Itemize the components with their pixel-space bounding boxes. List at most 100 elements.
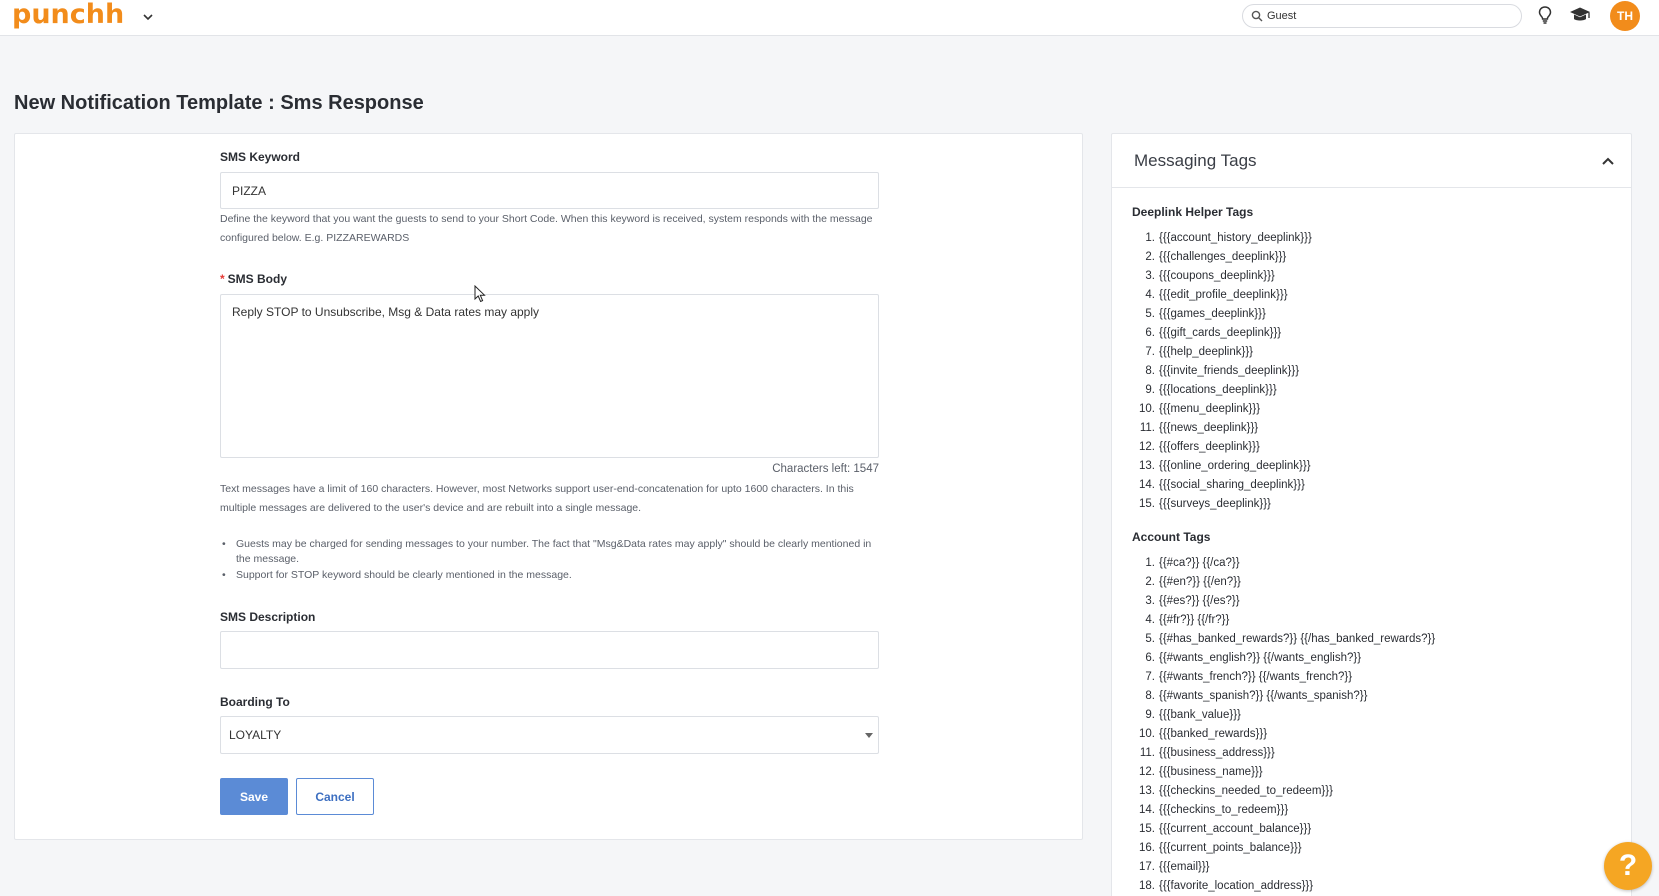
account-tags-list: 1. {{#ca?}} {{/ca?}} 2. {{#en?}} {{/en?}} 3.… (1132, 554, 1435, 896)
tag-list-item: 9. {{{locations_deeplink}}} (1132, 381, 1312, 400)
sms-description-input[interactable] (220, 631, 879, 669)
tag-number: 2. (1145, 251, 1155, 263)
tag-text[interactable]: {{#wants_french?}} {{/wants_french?}} (1159, 668, 1352, 687)
tag-number: 13. (1139, 460, 1155, 472)
tag-number: 17. (1139, 861, 1155, 873)
tag-text[interactable]: {{#fr?}} {{/fr?}} (1159, 611, 1229, 630)
tag-text[interactable]: {{{social_sharing_deeplink}}} (1159, 476, 1305, 495)
tag-text[interactable]: {{{menu_deeplink}}} (1159, 400, 1260, 419)
tag-number: 4. (1145, 289, 1155, 301)
tag-list-item: 2. {{#en?}} {{/en?}} (1132, 573, 1435, 592)
tag-text[interactable]: {{{checkins_needed_to_redeem}}} (1159, 782, 1333, 801)
sms-guidelines: Guests may be charged for sending messag… (220, 537, 880, 583)
tag-number: 6. (1145, 652, 1155, 664)
tag-text[interactable]: {{{business_name}}} (1159, 763, 1263, 782)
tag-list-item: 6. {{#wants_english?}} {{/wants_english?}… (1132, 649, 1435, 668)
sms-limit-help: Text messages have a limit of 160 charac… (220, 483, 854, 514)
chevron-up-icon[interactable] (1601, 156, 1615, 166)
graduation-cap-icon[interactable] (1569, 6, 1591, 24)
search-icon (1251, 10, 1263, 22)
tag-text[interactable]: {{{bank_value}}} (1159, 706, 1241, 725)
tag-text[interactable]: {{{current_points_balance}}} (1159, 839, 1302, 858)
tag-number: 3. (1145, 595, 1155, 607)
tag-number: 15. (1139, 823, 1155, 835)
tag-list-item: 7. {{{help_deeplink}}} (1132, 343, 1312, 362)
tag-list-item: 3. {{#es?}} {{/es?}} (1132, 592, 1435, 611)
avatar[interactable]: TH (1610, 1, 1640, 31)
sms-keyword-input[interactable] (220, 172, 879, 209)
tag-list-item: 10. {{{banked_rewards}}} (1132, 725, 1435, 744)
messaging-tags-panel: Messaging Tags Deeplink Helper Tags 1. {{… (1111, 133, 1632, 896)
tag-number: 7. (1145, 671, 1155, 683)
tag-text[interactable]: {{#wants_english?}} {{/wants_english?}} (1159, 649, 1361, 668)
tag-list-item: 12. {{{offers_deeplink}}} (1132, 438, 1312, 457)
messaging-tags-title: Messaging Tags (1134, 151, 1257, 170)
tag-number: 12. (1139, 766, 1155, 778)
tag-text[interactable]: {{#wants_spanish?}} {{/wants_spanish?}} (1159, 687, 1367, 706)
sms-body-label: * SMS Body (220, 272, 287, 286)
tag-list-item: 11. {{{business_address}}} (1132, 744, 1435, 763)
help-button[interactable]: ? (1604, 842, 1652, 890)
tag-text[interactable]: {{#en?}} {{/en?}} (1159, 573, 1241, 592)
deeplink-tags-list: 1. {{{account_history_deeplink}}} 2. {{{cha… (1132, 229, 1312, 514)
sms-description-label: SMS Description (220, 610, 316, 624)
tag-text[interactable]: {{{surveys_deeplink}}} (1159, 495, 1271, 514)
tag-number: 9. (1145, 384, 1155, 396)
tag-text[interactable]: {{{offers_deeplink}}} (1159, 438, 1260, 457)
tag-text[interactable]: {{{email}}} (1159, 858, 1210, 877)
tag-text[interactable]: {{{locations_deeplink}}} (1159, 381, 1277, 400)
tag-number: 9. (1145, 709, 1155, 721)
tag-list-item: 8. {{#wants_spanish?}} {{/wants_spanish?}… (1132, 687, 1435, 706)
guideline-item: Support for STOP keyword should be clear… (220, 568, 880, 583)
tag-number: 15. (1139, 498, 1155, 510)
tag-number: 1. (1145, 232, 1155, 244)
tag-list-item: 14. {{{checkins_to_redeem}}} (1132, 801, 1435, 820)
top-bar: punchh TH (0, 0, 1659, 36)
form-card: SMS Keyword Define the keyword that you … (14, 133, 1083, 840)
messaging-tags-header[interactable]: Messaging Tags (1112, 134, 1631, 188)
tag-number: 12. (1139, 441, 1155, 453)
tag-text[interactable]: {{{account_history_deeplink}}} (1159, 229, 1312, 248)
tag-text[interactable]: {{{favorite_location_address}}} (1159, 877, 1313, 896)
save-button[interactable]: Save (220, 778, 288, 815)
tag-list-item: 11. {{{news_deeplink}}} (1132, 419, 1312, 438)
tag-list-item: 4. {{#fr?}} {{/fr?}} (1132, 611, 1435, 630)
tag-text[interactable]: {{{news_deeplink}}} (1159, 419, 1258, 438)
tag-text[interactable]: {{{invite_friends_deeplink}}} (1159, 362, 1299, 381)
tag-text[interactable]: {{{help_deeplink}}} (1159, 343, 1253, 362)
sms-body-label-text: SMS Body (227, 272, 288, 286)
tag-number: 5. (1145, 308, 1155, 320)
tag-list-item: 13. {{{online_ordering_deeplink}}} (1132, 457, 1312, 476)
tag-text[interactable]: {{{business_address}}} (1159, 744, 1275, 763)
tag-list-item: 10. {{{menu_deeplink}}} (1132, 400, 1312, 419)
search-input[interactable] (1267, 7, 1515, 25)
chevron-down-icon (865, 733, 873, 738)
tag-text[interactable]: {{{checkins_to_redeem}}} (1159, 801, 1288, 820)
page-title: New Notification Template : Sms Response (14, 92, 424, 114)
tag-text[interactable]: {{{edit_profile_deeplink}}} (1159, 286, 1288, 305)
lightbulb-icon[interactable] (1538, 6, 1552, 24)
tag-text[interactable]: {{{coupons_deeplink}}} (1159, 267, 1275, 286)
tag-text[interactable]: {{{challenges_deeplink}}} (1159, 248, 1286, 267)
tag-text[interactable]: {{#es?}} {{/es?}} (1159, 592, 1240, 611)
tag-list-item: 15. {{{surveys_deeplink}}} (1132, 495, 1312, 514)
tag-text[interactable]: {{{current_account_balance}}} (1159, 820, 1311, 839)
tag-text[interactable]: {{{gift_cards_deeplink}}} (1159, 324, 1281, 343)
sms-body-textarea[interactable]: Reply STOP to Unsubscribe, Msg & Data ra… (220, 294, 879, 458)
boarding-to-select[interactable]: LOYALTY (220, 716, 879, 754)
tag-text[interactable]: {{#has_banked_rewards?}} {{/has_banked_r… (1159, 630, 1435, 649)
tag-text[interactable]: {{#ca?}} {{/ca?}} (1159, 554, 1240, 573)
chevron-down-icon[interactable] (141, 10, 155, 24)
search-box[interactable] (1242, 4, 1522, 28)
punchh-logo[interactable]: punchh (12, 0, 124, 30)
tag-list-item: 3. {{{coupons_deeplink}}} (1132, 267, 1312, 286)
mouse-cursor-icon (474, 285, 486, 303)
tag-text[interactable]: {{{online_ordering_deeplink}}} (1159, 457, 1311, 476)
tag-text[interactable]: {{{games_deeplink}}} (1159, 305, 1266, 324)
tag-number: 14. (1139, 804, 1155, 816)
tag-list-item: 6. {{{gift_cards_deeplink}}} (1132, 324, 1312, 343)
tag-number: 1. (1145, 557, 1155, 569)
tag-text[interactable]: {{{banked_rewards}}} (1159, 725, 1267, 744)
cancel-button[interactable]: Cancel (296, 778, 374, 815)
tag-number: 10. (1139, 403, 1155, 415)
